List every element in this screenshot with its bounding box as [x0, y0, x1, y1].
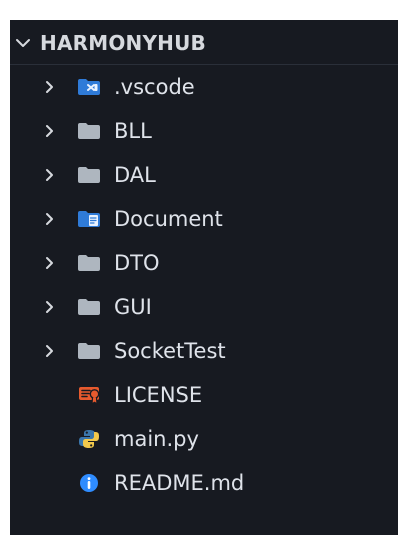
tree-item-label: .vscode [114, 75, 195, 99]
chevron-right-icon[interactable] [38, 252, 60, 274]
tree-item-label: README.md [114, 471, 245, 495]
tree-item-label: DAL [114, 163, 156, 187]
license-file-icon [76, 384, 102, 406]
python-file-icon [76, 428, 102, 450]
tree-item-dto[interactable]: DTO [10, 241, 398, 285]
tree-item-dal[interactable]: DAL [10, 153, 398, 197]
tree-item-sockettest[interactable]: SocketTest [10, 329, 398, 373]
explorer-root-header[interactable]: HARMONYHUB [10, 20, 398, 65]
tree-item-label: SocketTest [114, 339, 226, 363]
tree-item-main-py[interactable]: main.py [10, 417, 398, 461]
chevron-right-icon[interactable] [38, 208, 60, 230]
tree-item-label: DTO [114, 251, 160, 275]
tree-item-label: GUI [114, 295, 152, 319]
tree-item-vscode[interactable]: .vscode [10, 65, 398, 109]
tree-item-label: BLL [114, 119, 152, 143]
chevron-right-icon[interactable] [38, 340, 60, 362]
folder-icon [76, 340, 102, 362]
top-white-strip [10, 0, 398, 15]
tree-item-label: Document [114, 207, 223, 231]
explorer-root-label: HARMONYHUB [40, 30, 206, 55]
tree-item-license[interactable]: LICENSE [10, 373, 398, 417]
chevron-right-icon[interactable] [38, 164, 60, 186]
info-file-icon [76, 472, 102, 494]
tree-item-bll[interactable]: BLL [10, 109, 398, 153]
chevron-down-icon[interactable] [12, 32, 34, 54]
file-explorer-panel: HARMONYHUB .vscode BLL DAL Document DTO … [10, 20, 398, 535]
folder-icon [76, 252, 102, 274]
chevron-right-icon[interactable] [38, 120, 60, 142]
vscode-folder-icon [76, 76, 102, 98]
document-folder-icon [76, 208, 102, 230]
folder-icon [76, 296, 102, 318]
file-tree: .vscode BLL DAL Document DTO GUI SocketT… [10, 65, 398, 505]
tree-item-gui[interactable]: GUI [10, 285, 398, 329]
tree-item-label: LICENSE [114, 383, 203, 407]
tree-item-document[interactable]: Document [10, 197, 398, 241]
tree-item-label: main.py [114, 427, 199, 451]
chevron-right-icon[interactable] [38, 296, 60, 318]
folder-icon [76, 120, 102, 142]
chevron-right-icon[interactable] [38, 76, 60, 98]
tree-item-readme[interactable]: README.md [10, 461, 398, 505]
folder-icon [76, 164, 102, 186]
